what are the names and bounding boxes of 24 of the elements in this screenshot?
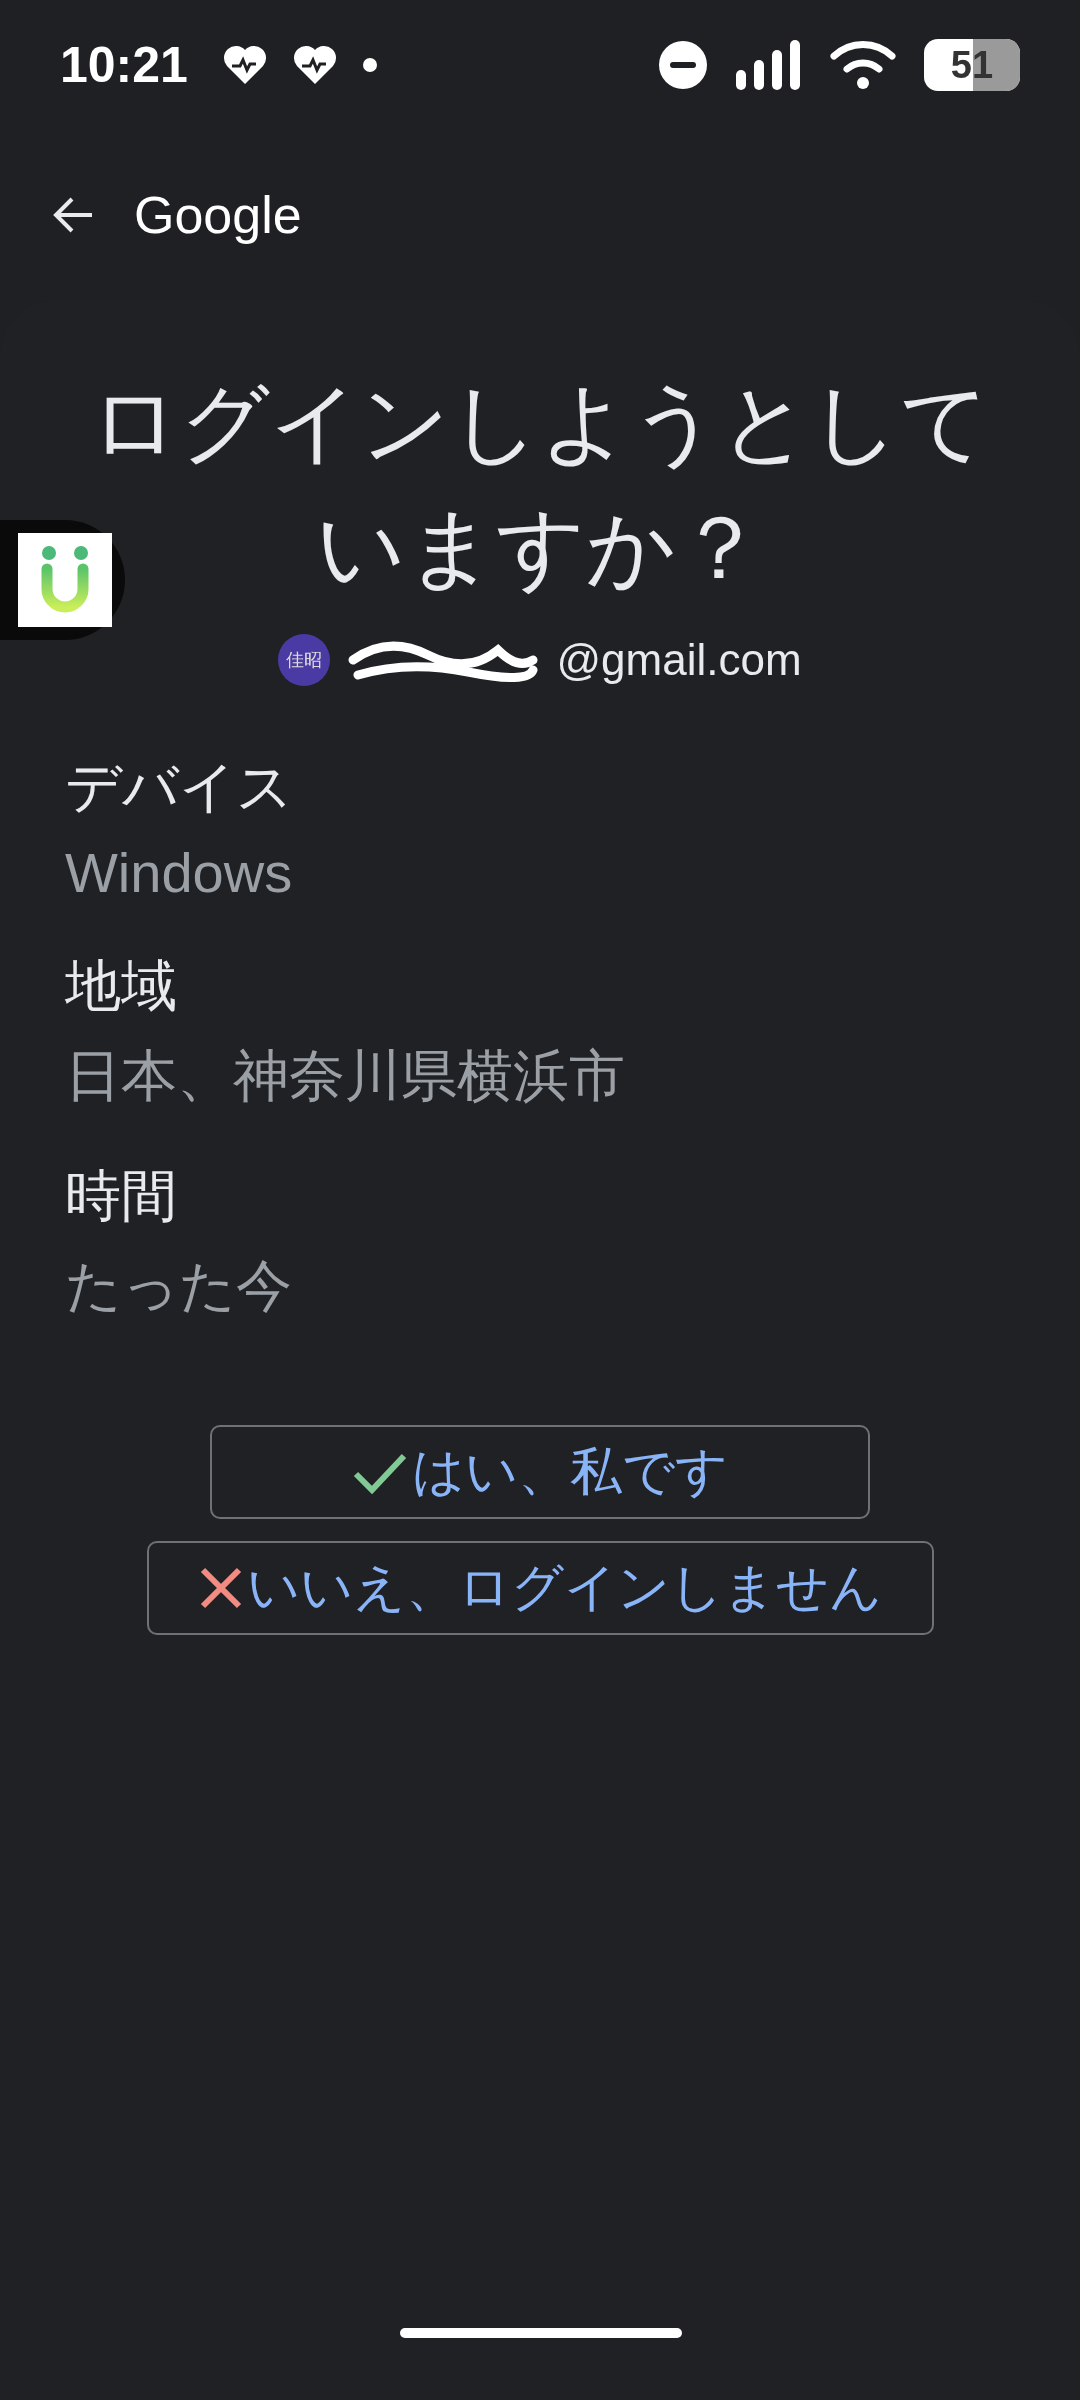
heart-pulse-icon xyxy=(221,44,268,86)
back-arrow-icon[interactable] xyxy=(52,196,94,234)
detail-value: Windows xyxy=(65,840,294,905)
detail-value: たった今 xyxy=(65,1253,293,1319)
app-title: Google xyxy=(134,185,302,245)
detail-label: 地域 xyxy=(65,953,178,1019)
notification-dot-icon xyxy=(361,57,378,73)
account-email: @gmail.com xyxy=(556,635,802,685)
prompt-title: ログインしようとして xyxy=(90,372,990,474)
heart-pulse-icon xyxy=(291,44,338,86)
battery-indicator: 51 xyxy=(924,39,1020,91)
floating-app-bubble[interactable] xyxy=(0,520,125,640)
deny-button[interactable]: いいえ、ログインしません xyxy=(146,1541,934,1635)
wifi-icon xyxy=(830,40,896,90)
signal-icon xyxy=(736,40,802,90)
detail-label: デバイス xyxy=(65,754,294,820)
detail-label: 時間 xyxy=(65,1163,178,1229)
detail-value: 日本、神奈川県横浜市 xyxy=(65,1043,626,1109)
close-icon xyxy=(198,1566,243,1610)
confirm-button[interactable]: はい、私です xyxy=(210,1425,870,1519)
prompt-title: いますか？ xyxy=(316,497,764,599)
account-avatar: 佳昭 xyxy=(278,634,331,686)
status-time: 10:21 xyxy=(60,36,188,94)
do-not-disturb-icon xyxy=(658,40,708,90)
